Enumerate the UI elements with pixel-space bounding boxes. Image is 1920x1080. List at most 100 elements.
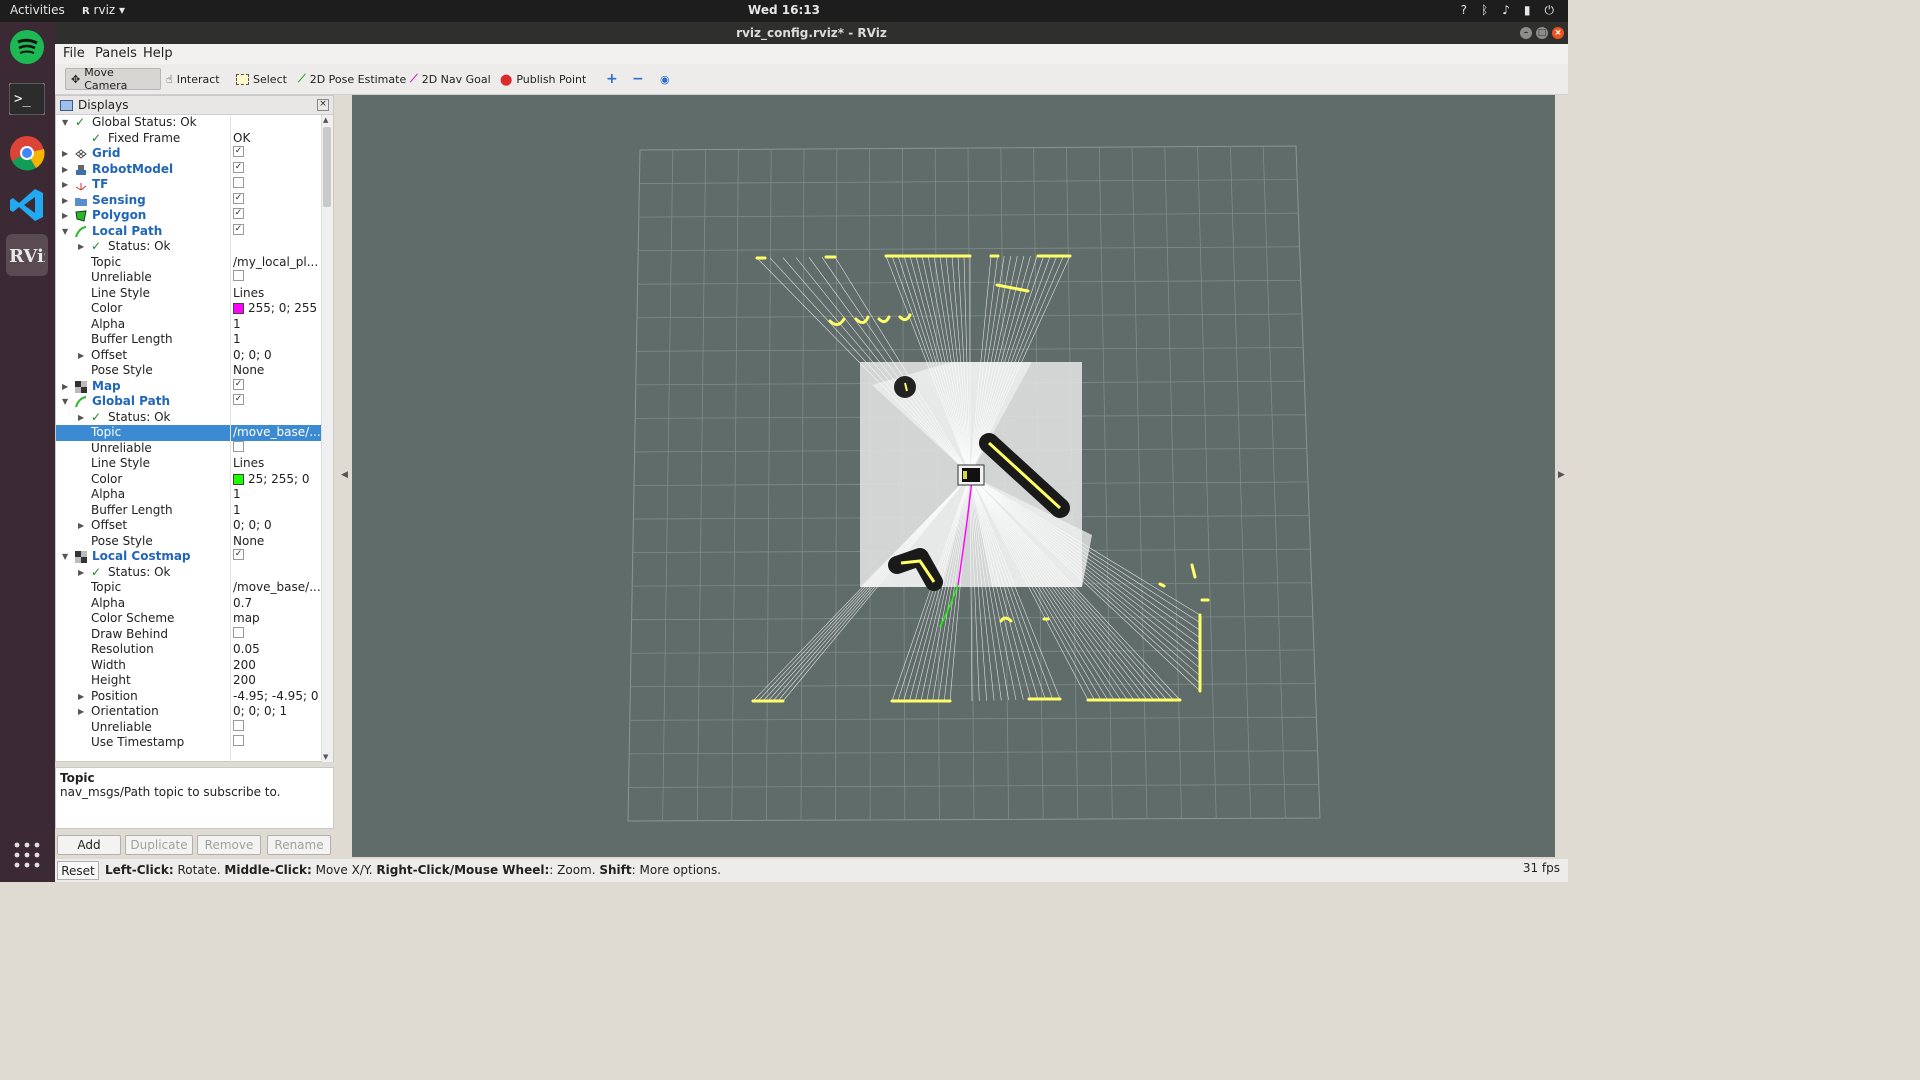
checkbox[interactable]: ✓ bbox=[233, 549, 244, 560]
checkbox[interactable] bbox=[233, 270, 244, 281]
tree-row[interactable]: Buffer Length 1 bbox=[56, 332, 322, 348]
property-value[interactable]: OK bbox=[233, 131, 321, 147]
checkbox[interactable] bbox=[233, 440, 244, 452]
tree-row[interactable]: Topic/move_base/... bbox=[56, 425, 322, 441]
property-value[interactable]: ✓ bbox=[233, 146, 321, 157]
menu-help[interactable]: Help bbox=[143, 46, 173, 61]
property-value[interactable] bbox=[233, 735, 321, 746]
property-value[interactable]: 0.7 bbox=[233, 596, 321, 612]
tree-row[interactable]: ▶ RobotModel ✓ bbox=[56, 161, 322, 178]
property-value[interactable]: -4.95; -4.95; 0 bbox=[233, 689, 321, 705]
help-icon[interactable]: ? bbox=[1461, 3, 1467, 18]
collapse-left-icon[interactable]: ◀ bbox=[341, 470, 348, 480]
bluetooth-icon[interactable]: ᛒ bbox=[1481, 3, 1488, 18]
scroll-down-icon[interactable]: ▼ bbox=[323, 753, 328, 761]
checkbox[interactable]: ✓ bbox=[233, 146, 244, 157]
property-value[interactable]: /move_base/... bbox=[233, 425, 321, 441]
property-value[interactable]: Lines bbox=[233, 286, 321, 302]
battery-icon[interactable]: ▮ bbox=[1524, 3, 1531, 18]
checkbox[interactable]: ✓ bbox=[233, 394, 244, 405]
tree-row[interactable]: Unreliable bbox=[56, 440, 322, 457]
tree-row[interactable]: Color 255; 0; 255 bbox=[56, 301, 322, 317]
interact-tool[interactable]: ☝ Interact bbox=[161, 68, 225, 90]
checkbox[interactable]: ✓ bbox=[233, 192, 244, 204]
system-tray[interactable]: ? ᛒ ♪ ▮ ⏻ bbox=[1461, 3, 1554, 18]
property-value[interactable] bbox=[233, 440, 321, 452]
tree-row[interactable]: ▶ Grid ✓ bbox=[56, 146, 322, 162]
collapsed-arrow-icon[interactable]: ▶ bbox=[78, 410, 88, 426]
duplicate-button[interactable]: Duplicate bbox=[125, 835, 193, 855]
maximize-button[interactable]: □ bbox=[1536, 27, 1548, 39]
property-value[interactable]: 1 bbox=[233, 317, 321, 333]
tree-row[interactable]: ▶ Polygon ✓ bbox=[56, 208, 322, 224]
tree-row[interactable]: Width 200 bbox=[56, 658, 322, 674]
expanded-arrow-icon[interactable]: ▼ bbox=[62, 115, 72, 131]
collapsed-arrow-icon[interactable]: ▶ bbox=[78, 348, 88, 364]
tree-row[interactable]: ▶ Offset 0; 0; 0 bbox=[56, 518, 322, 534]
property-value[interactable] bbox=[233, 719, 321, 731]
collapsed-arrow-icon[interactable]: ▶ bbox=[78, 239, 88, 255]
checkbox[interactable] bbox=[233, 626, 244, 638]
collapsed-arrow-icon[interactable]: ▶ bbox=[62, 177, 72, 193]
tree-row[interactable]: Line Style Lines bbox=[56, 286, 322, 302]
scrollbar-thumb[interactable] bbox=[323, 127, 331, 207]
property-value[interactable]: 0; 0; 0 bbox=[233, 348, 321, 364]
tree-row[interactable]: ▼ Local Path ✓ bbox=[56, 223, 322, 240]
volume-icon[interactable]: ♪ bbox=[1502, 3, 1510, 18]
collapsed-arrow-icon[interactable]: ▶ bbox=[62, 379, 72, 395]
property-value[interactable]: 255; 0; 255 bbox=[233, 301, 321, 317]
activities-button[interactable]: Activities bbox=[10, 3, 65, 17]
property-value[interactable]: ✓ bbox=[233, 192, 321, 204]
menu-file[interactable]: File bbox=[63, 46, 85, 61]
color-swatch[interactable] bbox=[233, 303, 244, 315]
power-icon[interactable]: ⏻ bbox=[1545, 3, 1555, 18]
menu-panels[interactable]: Panels bbox=[95, 46, 137, 61]
tree-row[interactable]: Topic/my_local_pl... bbox=[56, 255, 322, 271]
collapsed-arrow-icon[interactable]: ▶ bbox=[78, 565, 88, 581]
collapse-right-icon[interactable]: ▶ bbox=[1558, 470, 1565, 480]
property-value[interactable]: 0; 0; 0 bbox=[233, 518, 321, 534]
collapsed-arrow-icon[interactable]: ▶ bbox=[62, 162, 72, 178]
tree-row[interactable]: Buffer Length 1 bbox=[56, 503, 322, 519]
tree-row[interactable]: Alpha 1 bbox=[56, 317, 322, 333]
tree-row[interactable]: Draw Behind bbox=[56, 626, 322, 643]
property-value[interactable]: 1 bbox=[233, 332, 321, 348]
checkbox[interactable]: ✓ bbox=[233, 208, 244, 219]
tree-row[interactable]: Alpha 0.7 bbox=[56, 596, 322, 612]
rviz-icon[interactable]: RViz bbox=[6, 234, 48, 276]
rename-button[interactable]: Rename bbox=[267, 835, 331, 855]
tree-row[interactable]: Color 25; 255; 0 bbox=[56, 472, 322, 488]
property-value[interactable]: 0.05 bbox=[233, 642, 321, 658]
add-button[interactable]: Add bbox=[57, 835, 121, 855]
collapsed-arrow-icon[interactable]: ▶ bbox=[62, 193, 72, 209]
add-tool-button[interactable]: + bbox=[601, 68, 623, 90]
tree-row[interactable]: ▶ Sensing ✓ bbox=[56, 192, 322, 209]
color-swatch[interactable] bbox=[233, 473, 244, 485]
property-value[interactable]: 1 bbox=[233, 487, 321, 503]
tree-row[interactable]: ▼ ✓ Global Status: Ok bbox=[56, 115, 322, 131]
remove-tool-button[interactable]: − bbox=[627, 68, 649, 90]
collapsed-arrow-icon[interactable]: ▶ bbox=[78, 704, 88, 720]
view-options-button[interactable]: ◉ bbox=[655, 68, 675, 90]
remove-button[interactable]: Remove bbox=[197, 835, 261, 855]
tree-row[interactable]: ▶ Orientation 0; 0; 0; 1 bbox=[56, 704, 322, 720]
select-tool[interactable]: Select bbox=[231, 68, 292, 90]
property-value[interactable] bbox=[233, 270, 321, 281]
clock[interactable]: Wed 16:13 bbox=[0, 3, 1568, 17]
property-value[interactable]: ✓ bbox=[233, 208, 321, 219]
panel-close-icon[interactable]: × bbox=[317, 99, 329, 111]
property-value[interactable] bbox=[233, 626, 321, 638]
property-value[interactable]: ✓ bbox=[233, 549, 321, 560]
displays-scrollbar[interactable]: ▲ ▼ bbox=[321, 115, 333, 762]
tree-row[interactable]: ▶ Position -4.95; -4.95; 0 bbox=[56, 689, 322, 705]
close-button[interactable]: × bbox=[1552, 27, 1564, 39]
checkbox[interactable]: ✓ bbox=[233, 223, 244, 235]
render-viewport[interactable] bbox=[352, 95, 1555, 857]
collapsed-arrow-icon[interactable]: ▶ bbox=[62, 208, 72, 224]
nav-goal-tool[interactable]: ⟋ 2D Nav Goal bbox=[405, 68, 496, 90]
property-value[interactable]: 1 bbox=[233, 503, 321, 519]
pose-estimate-tool[interactable]: ⟋ 2D Pose Estimate bbox=[293, 68, 411, 90]
publish-point-tool[interactable]: ⬤ Publish Point bbox=[495, 68, 591, 90]
terminal-icon[interactable]: >_ bbox=[6, 78, 48, 120]
property-value[interactable]: 0; 0; 0; 1 bbox=[233, 704, 321, 720]
